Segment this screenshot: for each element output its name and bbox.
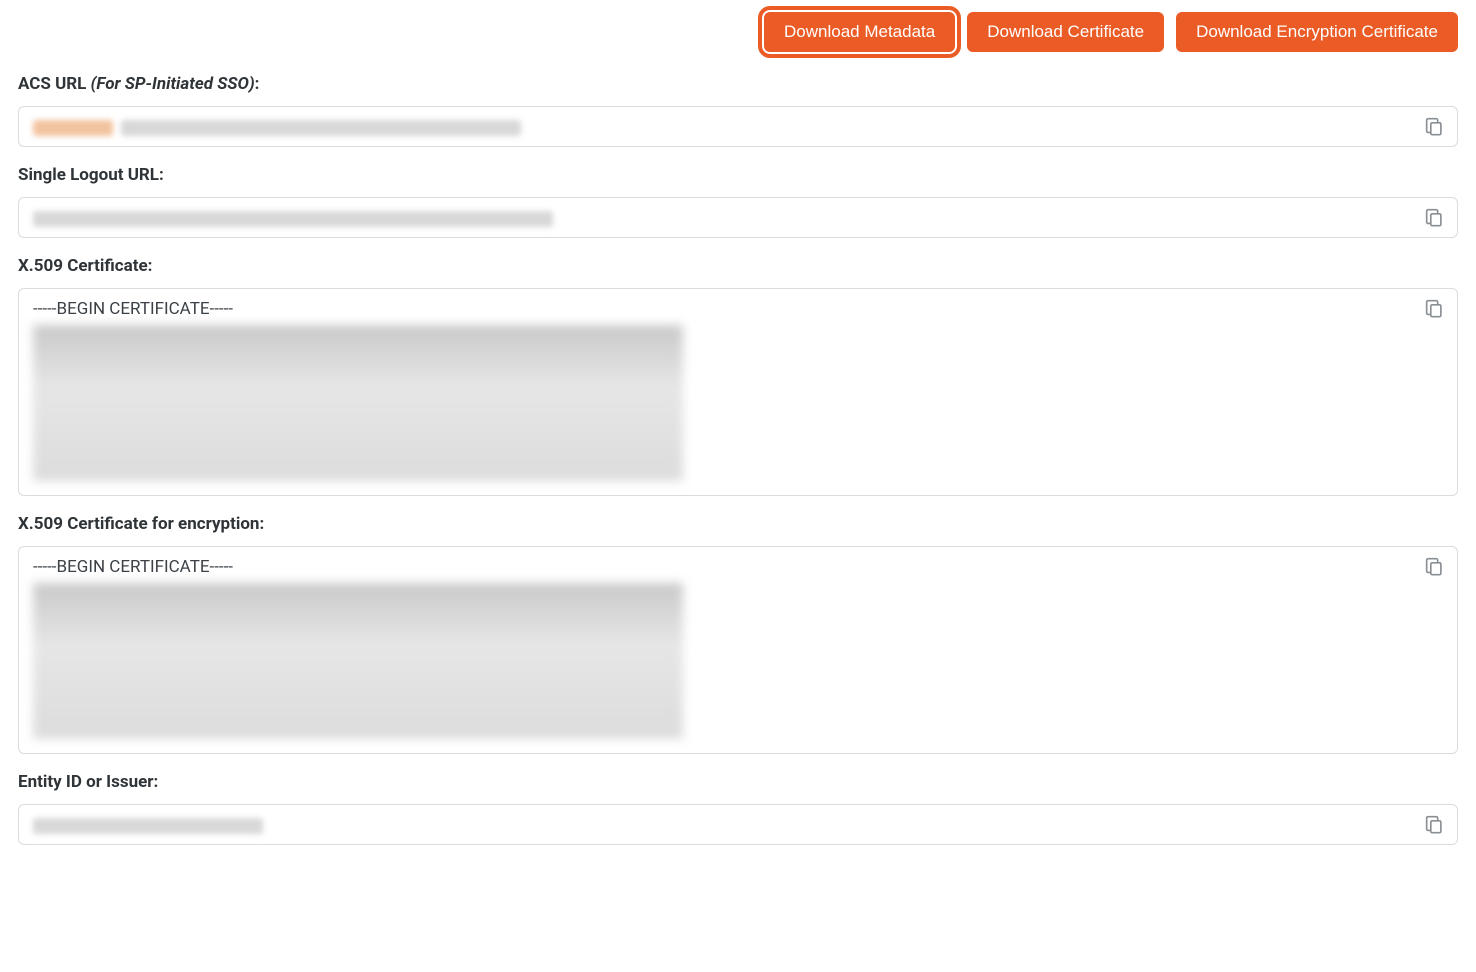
x509-cert-label: X.509 Certificate: <box>18 256 1458 276</box>
acs-url-field: ACS URL (For SP-Initiated SSO): <box>18 74 1458 147</box>
cert-begin-line: -----BEGIN CERTIFICATE----- <box>33 557 1409 577</box>
redacted-value <box>33 120 113 136</box>
slo-url-label: Single Logout URL: <box>18 165 1458 185</box>
redacted-cert-body <box>33 583 683 739</box>
x509-cert-enc-field: X.509 Certificate for encryption: -----B… <box>18 514 1458 754</box>
acs-url-label-hint: (For SP-Initiated SSO) <box>91 74 255 94</box>
download-encryption-certificate-button[interactable]: Download Encryption Certificate <box>1176 12 1458 52</box>
redacted-value <box>121 120 521 136</box>
x509-cert-value-box: -----BEGIN CERTIFICATE----- <box>18 288 1458 496</box>
redacted-value <box>33 211 553 227</box>
acs-url-label-main: ACS URL <box>18 74 91 94</box>
acs-url-value-box <box>18 106 1458 147</box>
redacted-cert-body <box>33 325 683 481</box>
slo-url-value-box <box>18 197 1458 238</box>
copy-icon[interactable] <box>1423 297 1445 319</box>
download-certificate-button[interactable]: Download Certificate <box>967 12 1164 52</box>
top-button-row: Download Metadata Download Certificate D… <box>18 12 1458 52</box>
cert-begin-line: -----BEGIN CERTIFICATE----- <box>33 299 1409 319</box>
entity-id-value-box <box>18 804 1458 845</box>
copy-icon[interactable] <box>1423 555 1445 577</box>
acs-url-label: ACS URL (For SP-Initiated SSO): <box>18 74 1458 94</box>
redacted-value <box>33 818 263 834</box>
copy-icon[interactable] <box>1423 115 1445 137</box>
entity-id-field: Entity ID or Issuer: <box>18 772 1458 845</box>
acs-url-label-end: : <box>255 74 260 94</box>
x509-cert-enc-label: X.509 Certificate for encryption: <box>18 514 1458 534</box>
x509-cert-enc-value-box: -----BEGIN CERTIFICATE----- <box>18 546 1458 754</box>
download-metadata-button[interactable]: Download Metadata <box>764 12 955 52</box>
copy-icon[interactable] <box>1423 813 1445 835</box>
slo-url-field: Single Logout URL: <box>18 165 1458 238</box>
copy-icon[interactable] <box>1423 206 1445 228</box>
x509-cert-field: X.509 Certificate: -----BEGIN CERTIFICAT… <box>18 256 1458 496</box>
entity-id-label: Entity ID or Issuer: <box>18 772 1458 792</box>
